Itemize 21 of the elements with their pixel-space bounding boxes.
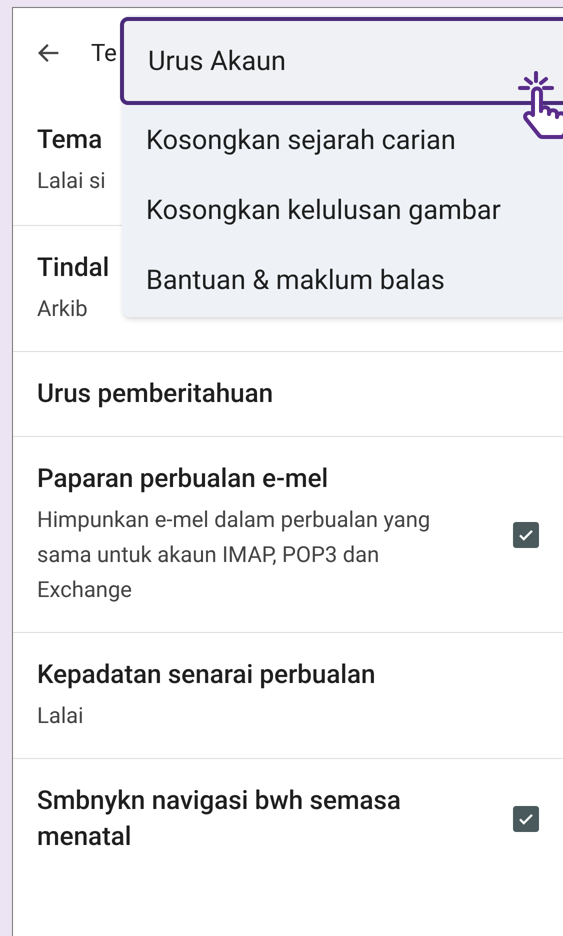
settings-row[interactable]: Paparan perbualan e-mel Himpunkan e-mel dalam perbualan yang sama untuk akaun IMAP, POP3 dan Exchange <box>13 437 563 633</box>
checkbox[interactable] <box>513 522 539 548</box>
setting-description: Himpunkan e-mel dalam perbualan yang sama untuk akaun IMAP, POP3 dan Exchange <box>37 507 432 605</box>
setting-title: Urus pemberitahuan <box>37 378 274 411</box>
setting-description: Lalai si <box>37 168 107 196</box>
setting-description: Lalai <box>37 703 84 731</box>
menu-item[interactable]: Kosongkan kelulusan gambar <box>122 175 563 245</box>
page-title: Te <box>91 38 117 69</box>
menu-item[interactable]: Bantuan & maklum balas <box>122 245 563 315</box>
settings-row[interactable]: Kepadatan senarai perbualan Lalai <box>13 633 563 759</box>
setting-title: Tema <box>37 124 102 157</box>
setting-title: Paparan perbualan e-mel <box>37 463 328 496</box>
setting-title: Kepadatan senarai perbualan <box>37 659 376 692</box>
setting-title: Smbnykn navigasi bwh semasa menatal <box>37 785 402 854</box>
setting-description: Arkib <box>37 296 89 324</box>
menu-item[interactable]: Urus Akaun <box>120 17 563 105</box>
settings-row[interactable]: Smbnykn navigasi bwh semasa menatal <box>13 759 563 879</box>
settings-row[interactable]: Urus pemberitahuan <box>13 352 563 437</box>
menu-item[interactable]: Kosongkan sejarah carian <box>122 105 563 175</box>
setting-title: Tindal <box>37 252 110 285</box>
checkbox[interactable] <box>513 806 539 832</box>
